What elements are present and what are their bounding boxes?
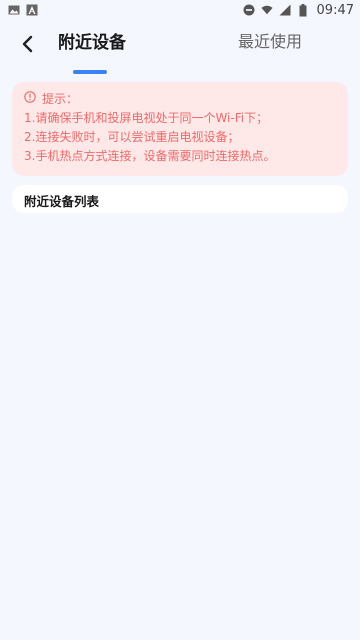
active-tab-indicator — [73, 70, 107, 74]
back-arrow-icon — [21, 35, 35, 57]
image-icon — [8, 4, 20, 16]
device-list-title: 附近设备列表 — [24, 194, 100, 209]
tip-box: 提示： 1.请确保手机和投屏电视处于同一个Wi-Fi下； 2.连接失败时，可以尝… — [12, 82, 348, 176]
tip-line-2: 2.连接失败时，可以尝试重启电视设备； — [24, 130, 240, 144]
status-bar: 09:47 — [0, 0, 360, 20]
wifi-icon — [260, 4, 273, 16]
tab-nearby-devices[interactable]: 附近设备 — [58, 28, 126, 53]
header: 附近设备 最近使用 — [0, 20, 360, 74]
signal-icon — [279, 4, 291, 16]
back-button[interactable] — [14, 32, 42, 60]
warning-icon — [24, 90, 36, 109]
status-bar-right: 09:47 — [243, 3, 354, 18]
tip-title: 提示： — [42, 92, 79, 106]
battery-icon — [297, 3, 309, 16]
status-bar-left — [8, 4, 38, 16]
status-time: 09:47 — [316, 2, 354, 18]
do-not-disturb-icon — [243, 4, 255, 16]
tip-title-row: 提示： — [24, 90, 336, 109]
a-icon — [26, 4, 38, 16]
tip-line-3: 3.手机热点方式连接，设备需要同时连接热点。 — [24, 149, 276, 163]
tip-line-1: 1.请确保手机和投屏电视处于同一个Wi-Fi下； — [24, 111, 269, 125]
tab-recently-used[interactable]: 最近使用 — [238, 28, 302, 52]
device-list-card: 附近设备列表 — [12, 185, 348, 213]
